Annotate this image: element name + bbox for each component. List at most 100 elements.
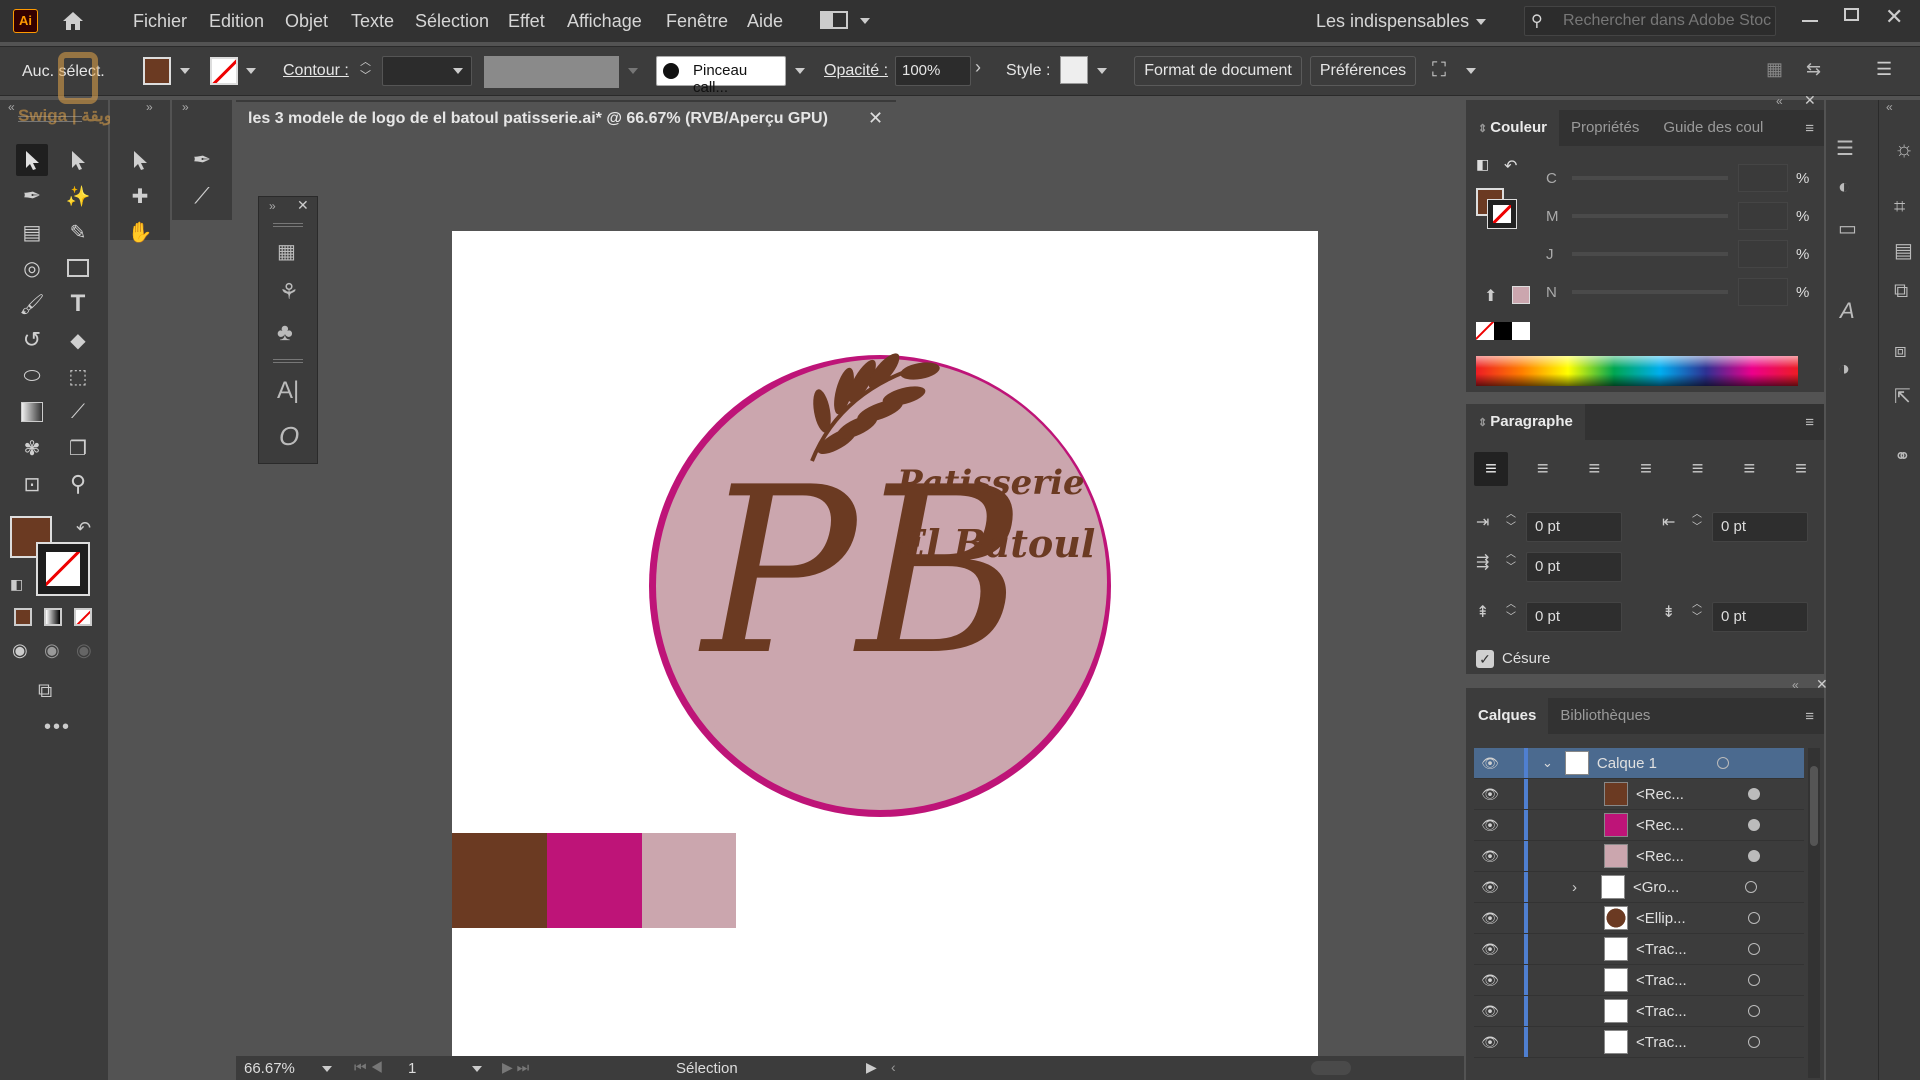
chevron-right-icon[interactable]: › — [975, 57, 995, 87]
chevron-right-icon[interactable]: › — [1572, 879, 1577, 896]
tab-proprietes[interactable]: Propriétés — [1559, 110, 1651, 146]
visibility-eye-icon[interactable]: 👁 — [1480, 755, 1500, 772]
right-indent-stepper[interactable]: ︿ ﹀ — [1692, 508, 1702, 534]
layer-row[interactable]: 👁 <Rec... — [1474, 779, 1804, 810]
brushes-icon[interactable]: ⚘ — [279, 279, 299, 305]
brush-definition[interactable]: Pinceau call... — [656, 56, 786, 96]
direct-selection-tool-alt[interactable] — [124, 144, 156, 176]
pathfinder-icon[interactable]: ⧉ — [1894, 280, 1908, 303]
target-circle-icon[interactable] — [1748, 819, 1760, 831]
chevron-down-icon[interactable] — [1476, 19, 1486, 25]
chevron-down-icon[interactable] — [628, 68, 638, 74]
curvature-tool[interactable]: ✎ — [62, 216, 94, 248]
target-circle-icon[interactable] — [1745, 881, 1757, 893]
color-stroke-box[interactable] — [1487, 199, 1517, 229]
menu-texte[interactable]: Texte — [351, 11, 394, 32]
layer-row-calque-1[interactable]: 👁 ⌄ Calque 1 — [1474, 748, 1804, 779]
pen-tool-alt[interactable]: ✒ — [186, 144, 218, 176]
gradient-panel-icon[interactable]: ▭ — [1838, 216, 1857, 241]
layer-name[interactable]: <Trac... — [1636, 941, 1726, 958]
target-circle-icon[interactable] — [1748, 974, 1760, 986]
visibility-eye-icon[interactable]: 👁 — [1480, 786, 1500, 803]
layer-row[interactable]: 👁 <Trac... — [1474, 934, 1804, 965]
justify-center-icon[interactable]: ≡ — [1681, 452, 1715, 486]
layer-row[interactable]: 👁 <Rec... — [1474, 841, 1804, 872]
artboard[interactable]: PB Patisserie El Batoul — [452, 231, 1318, 1071]
collapse-icon[interactable]: « — [8, 100, 15, 114]
visibility-eye-icon[interactable]: 👁 — [1480, 910, 1500, 927]
close-tab-icon[interactable]: ✕ — [868, 108, 883, 129]
zoom-level[interactable]: 66.67% — [244, 1060, 295, 1077]
menu-objet[interactable]: Objet — [285, 11, 328, 32]
layer-row[interactable]: 👁 › <Gro... — [1474, 872, 1804, 903]
draw-inside-icon[interactable]: ◉ — [76, 640, 92, 661]
artboard-nav-last-icon[interactable]: ▶ ⏭ — [502, 1059, 529, 1076]
visibility-eye-icon[interactable]: 👁 — [1480, 1003, 1500, 1020]
workspace-switcher[interactable]: Les indispensables — [1316, 11, 1469, 32]
chevron-down-icon[interactable] — [322, 1066, 332, 1072]
spiral-tool[interactable]: ◎ — [16, 252, 48, 284]
hyphenation-checkbox[interactable]: ✓ — [1476, 650, 1494, 668]
value-n-field[interactable] — [1738, 278, 1788, 306]
direct-selection-tool[interactable] — [62, 144, 94, 176]
panel-menu-icon[interactable]: ≡ — [1805, 708, 1814, 725]
preferences-button[interactable]: Préférences — [1310, 56, 1416, 86]
layer-name[interactable]: <Trac... — [1636, 1034, 1726, 1051]
none-swatch[interactable] — [1476, 322, 1494, 340]
status-arrow-icon[interactable]: ▶ — [866, 1059, 877, 1076]
menu-fenetre[interactable]: Fenêtre — [666, 11, 728, 32]
add-anchor-tool[interactable]: ✚ — [124, 180, 156, 212]
brightness-icon[interactable]: ☼ — [1894, 136, 1914, 162]
white-swatch[interactable] — [1512, 322, 1530, 340]
tab-calques[interactable]: Calques — [1466, 698, 1549, 734]
target-circle-icon[interactable] — [1748, 943, 1760, 955]
justify-right-icon[interactable]: ≡ — [1732, 452, 1766, 486]
artboard-nav-first-icon[interactable]: ⏮ ◀ — [354, 1059, 383, 1076]
menu-affichage[interactable]: Affichage — [567, 11, 642, 32]
variable-width-profile[interactable] — [484, 56, 619, 88]
collapse-icon[interactable]: « — [1776, 94, 1783, 108]
layer-name[interactable]: <Gro... — [1633, 879, 1723, 896]
scroll-left-icon[interactable]: ‹ — [891, 1059, 896, 1075]
chevron-down-icon[interactable] — [472, 1066, 482, 1072]
contour-label[interactable]: Contour : — [283, 62, 349, 80]
type-tool[interactable]: T — [62, 288, 94, 320]
panel-grip[interactable] — [273, 359, 303, 363]
space-after-stepper[interactable]: ︿ ﹀ — [1692, 598, 1702, 624]
chevron-down-icon[interactable] — [246, 68, 256, 74]
visibility-eye-icon[interactable]: 👁 — [1480, 879, 1500, 896]
color-mode-button[interactable] — [14, 608, 32, 626]
opentype-icon[interactable]: O — [279, 421, 299, 452]
transform-panel-icon[interactable]: ⌗ — [1894, 196, 1905, 219]
value-m-field[interactable] — [1738, 202, 1788, 230]
menu-aide[interactable]: Aide — [747, 11, 783, 32]
swap-fill-stroke-icon[interactable]: ↶ — [76, 518, 91, 539]
fill-swatch[interactable] — [143, 57, 171, 85]
chevron-down-icon[interactable] — [860, 18, 870, 24]
symbols-icon[interactable]: ♣ — [277, 319, 293, 347]
target-circle-icon[interactable] — [1748, 850, 1760, 862]
eyedropper-tool[interactable]: ⟋ — [62, 396, 94, 428]
gradient-tool[interactable] — [16, 396, 48, 428]
gamut-swatch[interactable] — [1512, 286, 1530, 304]
stock-search-input[interactable]: ⚲ Rechercher dans Adobe Stoc — [1524, 6, 1776, 36]
character-styles-icon[interactable]: A — [1840, 298, 1855, 324]
selection-tool[interactable] — [16, 144, 48, 176]
rectangle-tool[interactable] — [62, 252, 94, 284]
layer-name[interactable]: <Trac... — [1636, 972, 1726, 989]
shape-builder-tool[interactable]: ⬚ — [62, 360, 94, 392]
zoom-tool[interactable]: ⚲ — [62, 468, 94, 500]
visibility-eye-icon[interactable]: 👁 — [1480, 941, 1500, 958]
layer-row[interactable]: 👁 <Rec... — [1474, 810, 1804, 841]
align-icon[interactable]: ⛶ — [1432, 59, 1446, 82]
rotate-tool[interactable]: ↺ — [16, 324, 48, 356]
target-circle-icon[interactable] — [1748, 788, 1760, 800]
target-circle-icon[interactable] — [1716, 757, 1729, 769]
magic-wand-tool[interactable]: ✨ — [62, 180, 94, 212]
close-icon[interactable]: ✕ — [297, 197, 309, 214]
layer-name[interactable]: Calque 1 — [1597, 755, 1717, 772]
slider-n[interactable] — [1572, 290, 1728, 294]
layer-name[interactable]: <Ellip... — [1636, 910, 1726, 927]
panel-menu-icon[interactable]: ☰ — [1876, 59, 1892, 80]
tab-bibliotheques[interactable]: Bibliothèques — [1548, 698, 1662, 734]
